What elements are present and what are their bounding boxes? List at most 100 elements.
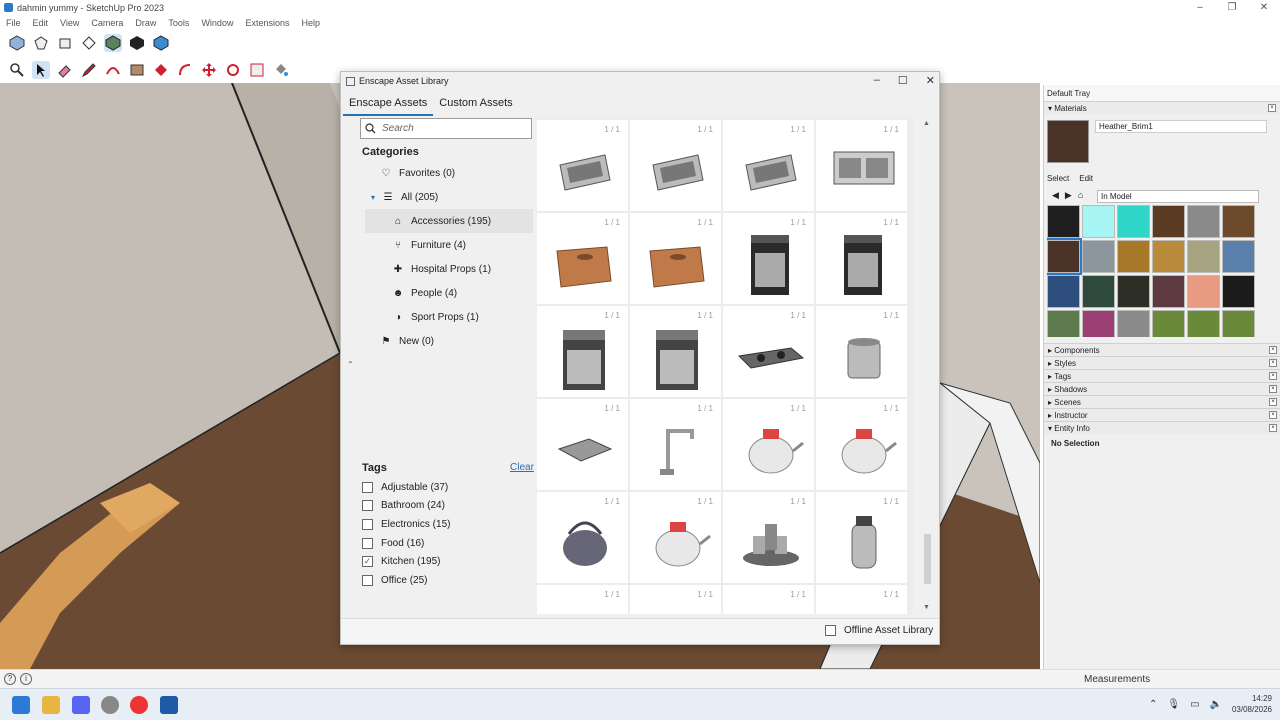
material-swatch[interactable] (1117, 310, 1150, 337)
clock[interactable]: 14:29 03/08/2026 (1232, 693, 1272, 715)
tag-filter[interactable]: Food (16) (362, 535, 424, 551)
clear-tags-link[interactable]: Clear (510, 462, 534, 473)
asset-card[interactable]: 1 / 1 (537, 585, 628, 614)
category-item[interactable]: ▾ ☰ All (205) (357, 185, 525, 209)
select-tab[interactable]: Select (1047, 174, 1069, 183)
close-button[interactable]: ✕ (1248, 0, 1280, 15)
material-swatch[interactable] (1187, 240, 1220, 273)
material-swatch[interactable] (1047, 205, 1080, 238)
eraser-icon[interactable] (56, 61, 74, 79)
asset-card[interactable]: 1 / 1 (630, 306, 721, 397)
tab-enscape-assets[interactable]: Enscape Assets (343, 95, 434, 116)
material-swatch[interactable] (1117, 240, 1150, 273)
asset-card[interactable]: 1 / 1 (816, 399, 907, 490)
home-icon[interactable]: ⌂ (1078, 190, 1083, 201)
asset-card[interactable]: 1 / 1 (537, 306, 628, 397)
push-pull-icon[interactable] (152, 61, 170, 79)
volume-icon[interactable]: 🔈 (1210, 699, 1222, 710)
tag-checkbox[interactable] (362, 500, 373, 512)
asset-card[interactable]: 1 / 1 (537, 492, 628, 583)
info-icon[interactable]: i (20, 673, 32, 685)
expand-chevron-icon[interactable]: ▾ (371, 193, 375, 202)
minimize-button[interactable]: – (1184, 0, 1216, 15)
dialog-close-button[interactable]: ✕ (926, 74, 935, 87)
pencil-icon[interactable] (80, 61, 98, 79)
asset-grid-scrollbar[interactable]: ▲ ▼ (923, 120, 932, 614)
category-item[interactable]: ☻ People (4) (365, 281, 533, 305)
close-section-icon[interactable]: × (1269, 372, 1277, 380)
material-swatch[interactable] (1082, 275, 1115, 308)
material-swatch[interactable] (1047, 275, 1080, 308)
shaded-style-icon[interactable] (104, 34, 122, 52)
menu-extensions[interactable]: Extensions (239, 18, 295, 28)
chrome-icon[interactable] (130, 696, 148, 714)
asset-card[interactable]: 1 / 1 (723, 399, 814, 490)
tray-section-shadows[interactable]: ▸ Shadows × (1044, 382, 1280, 395)
tray-section-tags[interactable]: ▸ Tags × (1044, 369, 1280, 382)
asset-card[interactable]: 1 / 1 (630, 585, 721, 614)
materials-section-header[interactable]: ▾ Materials × (1044, 101, 1280, 114)
asset-card[interactable]: 1 / 1 (816, 213, 907, 304)
asset-card[interactable]: 1 / 1 (723, 213, 814, 304)
material-swatch[interactable] (1117, 275, 1150, 308)
menu-window[interactable]: Window (195, 18, 239, 28)
material-name-field[interactable]: Heather_Brim1 (1095, 120, 1267, 133)
tag-checkbox[interactable] (362, 575, 373, 586)
arc-icon[interactable] (104, 61, 122, 79)
menu-draw[interactable]: Draw (129, 18, 162, 28)
asset-card[interactable]: 1 / 1 (723, 492, 814, 583)
material-swatch[interactable] (1187, 275, 1220, 308)
scrollbar-thumb[interactable] (924, 534, 931, 584)
menu-tools[interactable]: Tools (162, 18, 195, 28)
scale-icon[interactable] (248, 61, 266, 79)
asset-card[interactable]: 1 / 1 (816, 492, 907, 583)
category-item[interactable]: ⌂ Accessories (195) (365, 209, 533, 233)
material-swatch[interactable] (1082, 310, 1115, 337)
tray-section-styles[interactable]: ▸ Styles × (1044, 356, 1280, 369)
category-item[interactable]: ◑ Sport Props (1) (365, 305, 533, 329)
scroll-down-icon[interactable]: ▼ (923, 604, 930, 611)
file-explorer-icon[interactable] (42, 696, 60, 714)
paint-bucket-icon[interactable] (272, 61, 290, 79)
geo-location-icon[interactable]: ? (4, 673, 16, 685)
close-section-icon[interactable]: × (1268, 104, 1276, 112)
material-swatch[interactable] (1152, 205, 1185, 238)
tag-checkbox[interactable] (362, 481, 373, 493)
material-swatch[interactable] (1047, 310, 1080, 337)
textured-style-icon[interactable] (152, 34, 170, 52)
tag-filter[interactable]: ✓ Kitchen (195) (362, 554, 440, 570)
offline-checkbox[interactable] (825, 625, 836, 636)
scroll-up-icon[interactable]: ▲ (923, 120, 930, 127)
category-item[interactable]: ⚑ New (0) (357, 329, 525, 353)
material-swatch[interactable] (1222, 275, 1255, 308)
asset-card[interactable]: 1 / 1 (816, 585, 907, 614)
dialog-minimize-button[interactable]: – (874, 74, 880, 87)
iso-view-icon[interactable] (8, 34, 26, 52)
asset-card[interactable]: 1 / 1 (537, 120, 628, 211)
asset-card[interactable]: 1 / 1 (537, 213, 628, 304)
material-swatch[interactable] (1082, 205, 1115, 238)
top-view-icon[interactable] (32, 34, 50, 52)
measurements-box[interactable]: Measurements (1084, 674, 1150, 685)
material-swatch[interactable] (1187, 310, 1220, 337)
material-swatch[interactable] (1152, 275, 1185, 308)
asset-card[interactable]: 1 / 1 (816, 120, 907, 211)
tray-section-entity-info[interactable]: ▾ Entity Info × (1044, 421, 1280, 434)
collapse-sidebar-handle[interactable]: ⌃ (347, 360, 354, 369)
back-arrow-icon[interactable]: ◀ (1052, 190, 1059, 201)
close-section-icon[interactable]: × (1269, 346, 1277, 354)
sketchup-taskbar-icon[interactable] (160, 696, 178, 714)
tag-filter[interactable]: Office (25) (362, 573, 428, 589)
menu-camera[interactable]: Camera (85, 18, 129, 28)
start-button-icon[interactable] (12, 696, 30, 714)
menu-edit[interactable]: Edit (27, 18, 55, 28)
tag-filter[interactable]: Bathroom (24) (362, 498, 445, 514)
move-icon[interactable] (200, 61, 218, 79)
material-swatch[interactable] (1152, 240, 1185, 273)
tag-checkbox[interactable]: ✓ (362, 556, 373, 568)
close-section-icon[interactable]: × (1269, 385, 1277, 393)
asset-card[interactable]: 1 / 1 (630, 120, 721, 211)
asset-card[interactable]: 1 / 1 (630, 399, 721, 490)
category-item[interactable]: ⑂ Furniture (4) (365, 233, 533, 257)
offline-library-toggle[interactable]: Offline Asset Library (825, 625, 933, 636)
